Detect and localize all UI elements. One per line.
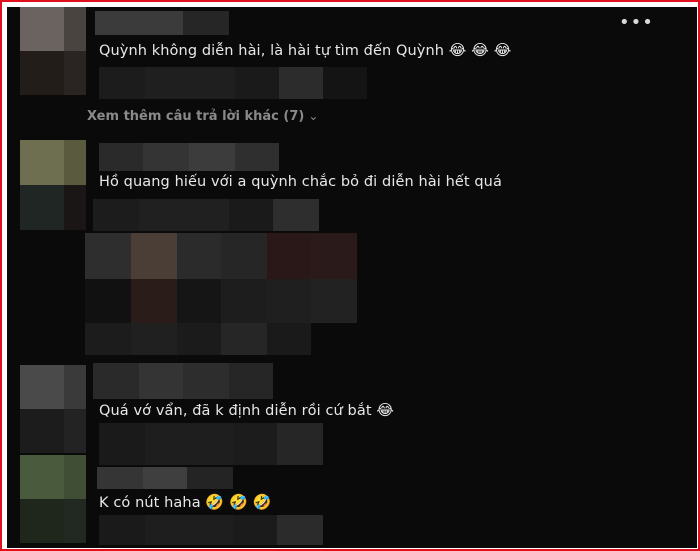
author-name-redacted	[93, 363, 139, 399]
author-name-redacted	[183, 363, 229, 399]
laughing-emoji: 😂	[376, 401, 394, 419]
view-more-replies-link[interactable]: Xem thêm câu trả lời khác (7) ⌄	[87, 109, 318, 124]
reaction-bar-redacted	[229, 199, 273, 231]
author-name-redacted	[187, 467, 233, 489]
author-name-redacted	[183, 11, 229, 35]
screenshot-frame: ••• Quỳnh không diễn hài, là hài tự tìm …	[0, 0, 700, 551]
view-more-replies-label: Xem thêm câu trả lời khác (7)	[87, 109, 305, 124]
comment-thread: ••• Quỳnh không diễn hài, là hài tự tìm …	[7, 7, 697, 548]
reaction-bar-redacted	[99, 515, 145, 545]
reaction-bar-redacted	[99, 67, 145, 99]
avatar[interactable]	[20, 140, 86, 230]
reaction-bar-redacted	[233, 515, 277, 545]
author-name-redacted	[139, 363, 183, 399]
avatar[interactable]	[20, 455, 86, 543]
reaction-bar-redacted	[139, 199, 229, 231]
author-name-redacted	[99, 143, 143, 171]
rolling-laughing-emoji: 🤣 🤣 🤣	[205, 493, 272, 511]
reaction-bar-redacted	[93, 199, 139, 231]
comment-text: Quỳnh không diễn hài, là hài tự tìm đến …	[99, 41, 512, 59]
author-name-redacted	[235, 143, 279, 171]
avatar[interactable]	[20, 365, 86, 453]
author-name-redacted	[143, 467, 187, 489]
chevron-down-icon: ⌄	[308, 109, 319, 123]
reaction-bar-redacted	[323, 67, 367, 99]
laughing-emoji: 😂 😂 😂	[448, 41, 512, 59]
comment-text: Hồ quang hiếu với a quỳnh chắc bỏ đi diễ…	[99, 174, 502, 190]
reaction-bar-redacted	[273, 199, 319, 231]
author-name-redacted	[95, 11, 183, 35]
reaction-bar-redacted	[145, 423, 233, 465]
reaction-bar-redacted	[235, 67, 279, 99]
reaction-bar-redacted	[99, 423, 145, 465]
author-name-redacted	[189, 143, 235, 171]
reaction-bar-redacted	[145, 515, 233, 545]
more-options-icon[interactable]: •••	[619, 14, 653, 32]
author-name-redacted	[143, 143, 189, 171]
reaction-bar-redacted	[233, 423, 277, 465]
author-name-redacted	[97, 467, 143, 489]
reaction-bar-redacted	[277, 515, 323, 545]
comment-text: Quá vớ vẩn, đã k định diễn rồi cứ bắt 😂	[99, 401, 394, 419]
author-name-redacted	[229, 363, 273, 399]
avatar[interactable]	[20, 7, 86, 95]
reaction-bar-redacted	[279, 67, 323, 99]
reaction-bar-redacted	[277, 423, 323, 465]
comment-text: K có nút haha 🤣 🤣 🤣	[99, 493, 272, 511]
reaction-bar-redacted	[145, 67, 235, 99]
